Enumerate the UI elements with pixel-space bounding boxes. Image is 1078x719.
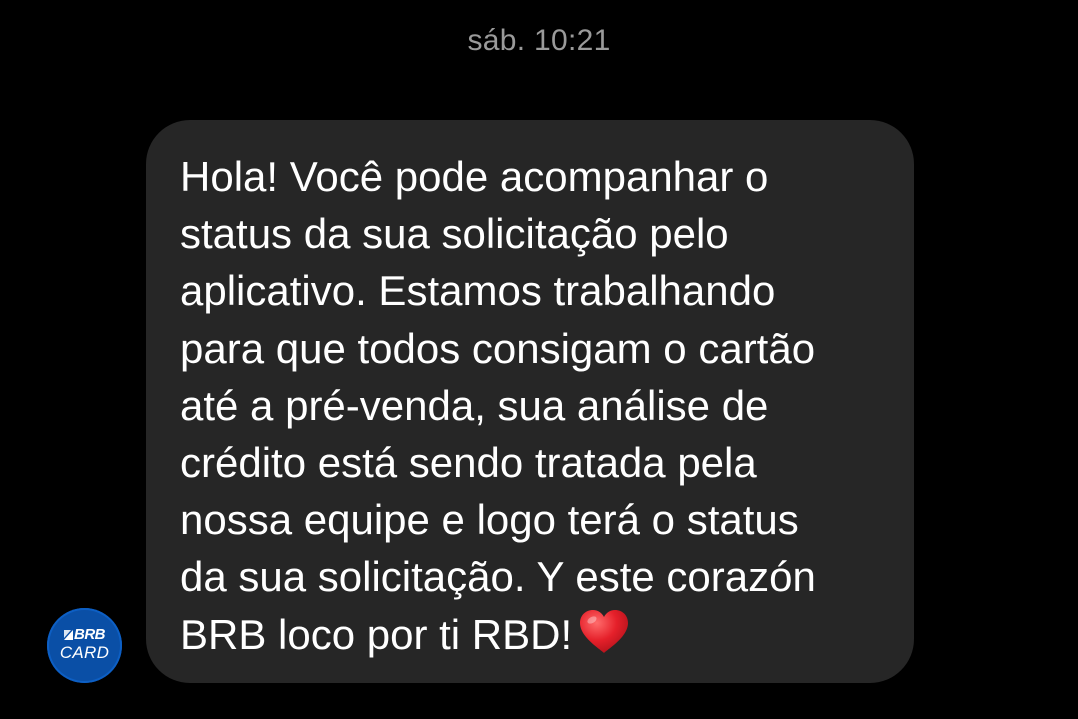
message-line: para que todos consigam o cartão [180, 324, 816, 372]
message-timestamp: sáb. 10:21 [467, 24, 611, 57]
message-line: BRB loco por ti RBD! [180, 610, 573, 658]
message-text: Hola! Você pode acompanhar o status da s… [180, 148, 900, 669]
message-bubble[interactable]: Hola! Você pode acompanhar o status da s… [146, 120, 914, 683]
heart-emoji-icon [578, 609, 630, 669]
message-line: Hola! Você pode acompanhar o [180, 153, 769, 200]
message-line: nossa equipe e logo terá o status [180, 496, 799, 544]
avatar-logo-top-text: BRB [74, 626, 106, 643]
brb-logo-mark-icon [64, 630, 73, 640]
message-line: aplicativo. Estamos trabalhando [180, 267, 776, 315]
message-line: crédito está sendo tratada pela [180, 439, 757, 487]
sender-avatar[interactable]: BRB CARD [47, 608, 122, 683]
message-line: até a pré-venda, sua análise de [180, 381, 769, 429]
avatar-logo-bottom: CARD [59, 643, 110, 662]
message-line: status da sua solicitação pelo [180, 210, 729, 258]
message-line: da sua solicitação. Y este corazón [180, 553, 816, 601]
avatar-logo-top: BRB [47, 627, 122, 642]
